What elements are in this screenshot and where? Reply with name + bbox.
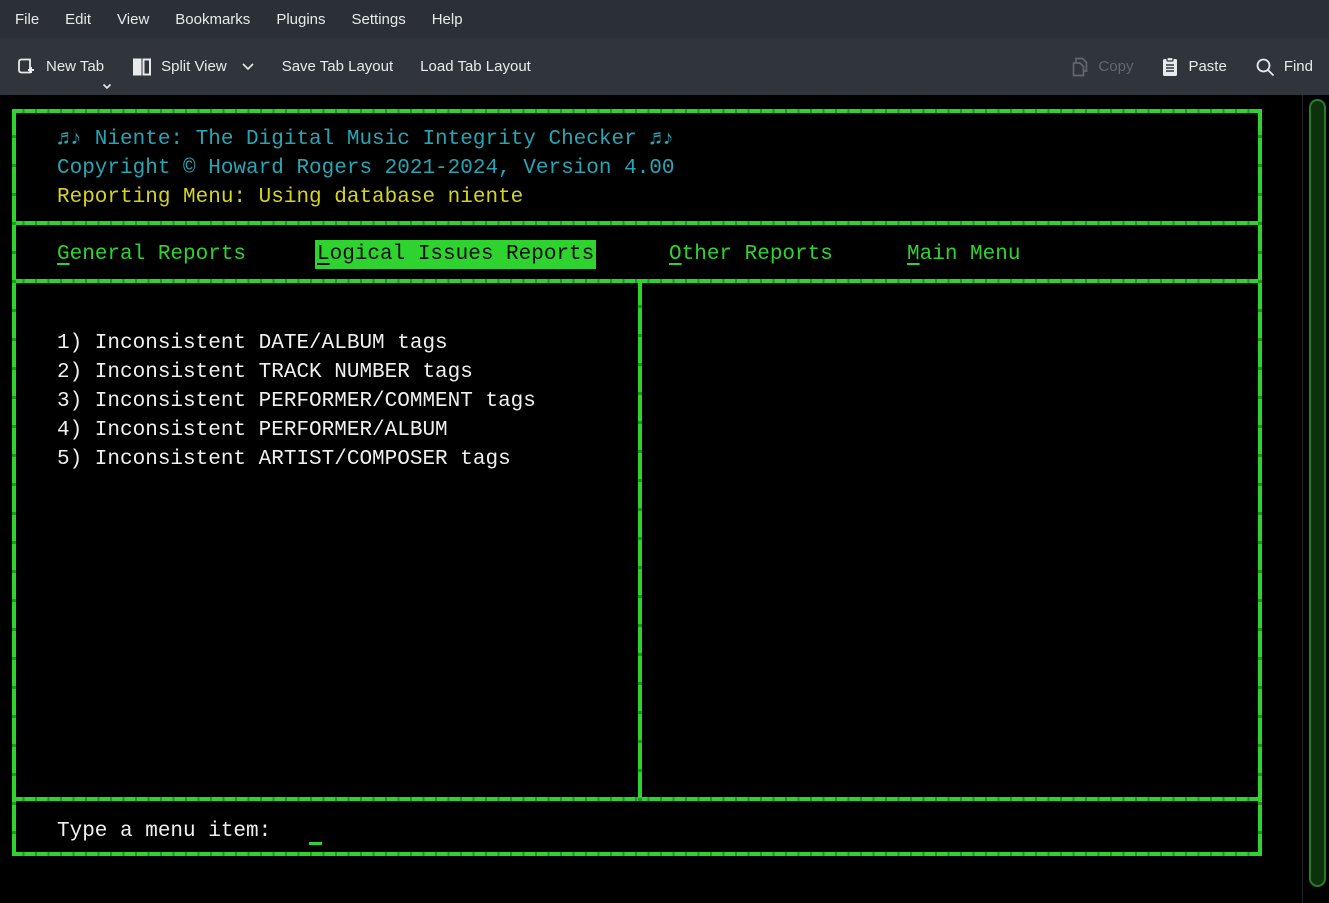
save-tab-layout-label: Save Tab Layout [282, 58, 393, 75]
tab-logical-issues-reports[interactable]: Logical Issues Reports [315, 240, 596, 269]
tab-general-reports[interactable]: General Reports [57, 240, 246, 269]
split-view-icon [131, 56, 153, 78]
new-tab-caret-icon[interactable] [102, 83, 112, 90]
prompt-label: Type a menu item: [57, 817, 271, 846]
menu-option-2[interactable]: 2) Inconsistent TRACK NUMBER tags [57, 358, 536, 387]
split-view-caret-icon[interactable] [241, 62, 255, 71]
status-line: Reporting Menu: Using database niente [57, 183, 523, 212]
paste-icon [1160, 56, 1180, 78]
copy-label: Copy [1098, 58, 1133, 75]
terminal-screen[interactable]: ♬♪ Niente: The Digital Music Integrity C… [0, 95, 1329, 903]
tui-border-bottom [12, 852, 1262, 856]
menu-help[interactable]: Help [419, 0, 476, 38]
load-tab-layout-label: Load Tab Layout [420, 58, 531, 75]
right-panel-empty [642, 283, 1258, 797]
tab-accelerator: G [57, 243, 70, 266]
tui-border-left [12, 109, 16, 856]
copyright-line: Copyright © Howard Rogers 2021-2024, Ver… [57, 154, 675, 183]
load-tab-layout-button[interactable]: Load Tab Layout [420, 58, 531, 75]
niente-tui: ♬♪ Niente: The Digital Music Integrity C… [12, 109, 1262, 856]
tui-border-right [1258, 109, 1262, 856]
find-icon [1254, 56, 1276, 78]
paste-button[interactable]: Paste [1160, 56, 1226, 78]
tab-accelerator: M [907, 243, 920, 266]
copy-icon [1070, 56, 1090, 78]
tui-separator-prompt [12, 797, 1262, 801]
scrollbar-thumb[interactable] [1309, 99, 1326, 887]
find-button[interactable]: Find [1254, 56, 1313, 78]
copy-button[interactable]: Copy [1070, 56, 1133, 78]
tab-label: eneral Reports [70, 243, 246, 266]
paste-label: Paste [1188, 58, 1226, 75]
menu-bookmarks[interactable]: Bookmarks [162, 0, 263, 38]
tab-main-menu[interactable]: Main Menu [907, 240, 1020, 269]
tab-other-reports[interactable]: Other Reports [669, 240, 833, 269]
tab-label: ogical Issues Reports [330, 243, 595, 266]
new-tab-icon [16, 56, 38, 78]
app-title: ♬♪ Niente: The Digital Music Integrity C… [57, 125, 675, 154]
tui-separator-header [12, 221, 1262, 225]
new-tab-button[interactable]: New Tab [16, 56, 104, 78]
report-menu-list: 1) Inconsistent DATE/ALBUM tags 2) Incon… [57, 329, 536, 474]
toolbar: New Tab Split View Save Tab Layout Load … [0, 38, 1329, 95]
menu-bar: File Edit View Bookmarks Plugins Setting… [0, 0, 1329, 38]
tui-border-top [12, 109, 1262, 113]
save-tab-layout-button[interactable]: Save Tab Layout [282, 58, 393, 75]
scrollbar-track[interactable] [1302, 95, 1329, 903]
tab-accelerator: L [317, 243, 330, 266]
menu-edit[interactable]: Edit [52, 0, 104, 38]
tab-label: ther Reports [682, 243, 833, 266]
menu-plugins[interactable]: Plugins [263, 0, 338, 38]
new-tab-label: New Tab [46, 58, 104, 75]
text-cursor [309, 842, 322, 845]
tab-label: ain Menu [920, 243, 1021, 266]
menu-option-1[interactable]: 1) Inconsistent DATE/ALBUM tags [57, 329, 536, 358]
menu-option-5[interactable]: 5) Inconsistent ARTIST/COMPOSER tags [57, 445, 536, 474]
menu-option-4[interactable]: 4) Inconsistent PERFORMER/ALBUM [57, 416, 536, 445]
menu-option-3[interactable]: 3) Inconsistent PERFORMER/COMMENT tags [57, 387, 536, 416]
menu-view[interactable]: View [104, 0, 162, 38]
split-view-button[interactable]: Split View [131, 56, 255, 78]
menu-file[interactable]: File [2, 0, 52, 38]
menu-settings[interactable]: Settings [339, 0, 419, 38]
tab-accelerator: O [669, 243, 682, 266]
find-label: Find [1284, 58, 1313, 75]
split-view-label: Split View [161, 58, 227, 75]
